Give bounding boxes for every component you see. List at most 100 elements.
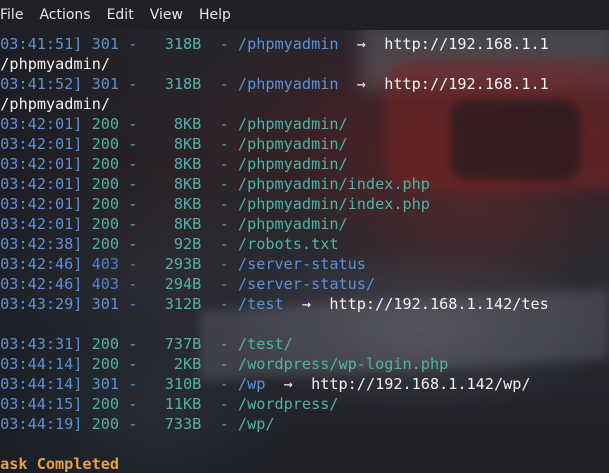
log-status: 301 [91,375,120,393]
log-line: [03:41:52] 301 - 318B - /phpmyadmin → ht… [0,74,549,94]
log-separator: - [119,395,147,413]
log-timestamp: [03:42:01] [0,115,83,133]
log-path: /phpmyadmin [237,75,339,93]
log-line: 42/phpmyadmin/ [0,54,549,74]
log-line: [03:42:01] 200 - 8KB - /phpmyadmin/ [0,154,549,174]
log-size: 737B [146,335,202,353]
log-separator: - [201,75,238,93]
log-separator: - [119,375,147,393]
log-line: [03:42:38] 200 - 92B - /robots.txt [0,234,549,254]
log-redirect-url: http://192.168.1.142/tes [329,295,549,313]
log-size: 293B [146,255,202,273]
log-line: [03:44:14] 301 - 310B - /wp → http://192… [0,374,549,394]
log-redirect-url: http://192.168.1.1 [384,75,549,93]
log-timestamp: [03:42:01] [0,175,83,193]
log-path: /phpmyadmin/index.php [237,195,430,213]
log-status: 200 [91,395,120,413]
log-path: /robots.txt [237,235,339,253]
log-separator: - [119,235,147,253]
log-line: [03:44:14] 200 - 2KB - /wordpress/wp-log… [0,354,549,374]
log-timestamp: [03:44:14] [0,375,83,393]
log-path: /wp/ [237,415,275,433]
log-status: 200 [91,115,120,133]
log-line: [03:44:15] 200 - 11KB - /wordpress/ [0,394,549,414]
log-size: 8KB [146,115,202,133]
redirect-arrow-icon: → [338,75,385,93]
log-size: 92B [146,235,202,253]
menu-file[interactable]: File [0,0,31,30]
log-separator: - [119,415,147,433]
terminal-output[interactable]: [03:41:51] 301 - 318B - /phpmyadmin → ht… [0,34,549,473]
log-timestamp: [03:44:14] [0,355,83,373]
log-redirect-url: http://192.168.1.1 [384,35,549,53]
log-size: 733B [146,415,202,433]
menu-edit[interactable]: Edit [99,0,142,30]
log-line: [03:42:01] 200 - 8KB - /phpmyadmin/index… [0,174,549,194]
log-line: 42/phpmyadmin/ [0,94,549,114]
log-separator: - [201,415,238,433]
log-path: /server-status [237,255,366,273]
log-status: 200 [91,355,120,373]
log-continuation: 42/phpmyadmin/ [0,95,111,113]
log-timestamp: [03:41:51] [0,35,83,53]
log-timestamp: [03:41:52] [0,75,83,93]
log-timestamp: [03:42:01] [0,215,83,233]
log-separator: - [119,255,147,273]
log-separator: - [119,335,147,353]
log-separator: - [119,215,147,233]
log-separator: - [119,175,147,193]
log-status: 301 [91,35,120,53]
log-separator: - [119,35,147,53]
log-timestamp: [03:44:19] [0,415,83,433]
log-redirect-url: http://192.168.1.142/wp/ [311,375,531,393]
log-separator: - [201,135,238,153]
log-path: /test [237,295,284,313]
log-separator: - [119,355,147,373]
log-separator: - [201,255,238,273]
menu-view[interactable]: View [142,0,191,30]
log-separator: - [201,355,238,373]
log-size: 318B [146,35,202,53]
redirect-arrow-icon: → [283,295,330,313]
menu-actions[interactable]: Actions [31,0,98,30]
log-status: 200 [91,135,120,153]
log-line: [03:42:46] 403 - 293B - /server-status [0,254,549,274]
log-status: 403 [91,275,120,293]
log-timestamp: [03:43:31] [0,335,83,353]
log-path: /wp [237,375,266,393]
log-size: 11KB [146,395,202,413]
log-path: /wordpress/ [237,395,339,413]
log-path: /phpmyadmin/index.php [237,175,430,193]
log-line: [03:43:29] 301 - 312B - /test → http://1… [0,294,549,314]
log-size: 310B [146,375,202,393]
log-separator: - [201,295,238,313]
log-continuation: 42/phpmyadmin/ [0,55,111,73]
log-line: t/ [0,314,549,334]
log-status: 200 [91,175,120,193]
log-size: 8KB [146,155,202,173]
log-size: 2KB [146,355,202,373]
log-separator: - [201,375,238,393]
log-separator: - [119,275,147,293]
log-timestamp: [03:42:01] [0,195,83,213]
menu-help[interactable]: Help [191,0,239,30]
log-line: [03:42:46] 403 - 294B - /server-status/ [0,274,549,294]
log-separator: - [119,195,147,213]
log-status: 403 [91,255,120,273]
log-path: /server-status/ [237,275,376,293]
log-status: 200 [91,235,120,253]
log-line: [03:42:01] 200 - 8KB - /phpmyadmin/ [0,134,549,154]
log-size: 8KB [146,195,202,213]
log-separator: - [119,115,147,133]
log-separator: - [119,135,147,153]
log-timestamp: [03:43:29] [0,295,83,313]
log-path: /phpmyadmin/ [237,215,348,233]
log-timestamp: [03:42:46] [0,255,83,273]
log-separator: - [201,395,238,413]
log-line: [03:43:31] 200 - 737B - /test/ [0,334,549,354]
log-status: 301 [91,295,120,313]
log-line: [03:42:01] 200 - 8KB - /phpmyadmin/ [0,214,549,234]
log-separator: - [201,35,238,53]
log-timestamp: [03:42:46] [0,275,83,293]
